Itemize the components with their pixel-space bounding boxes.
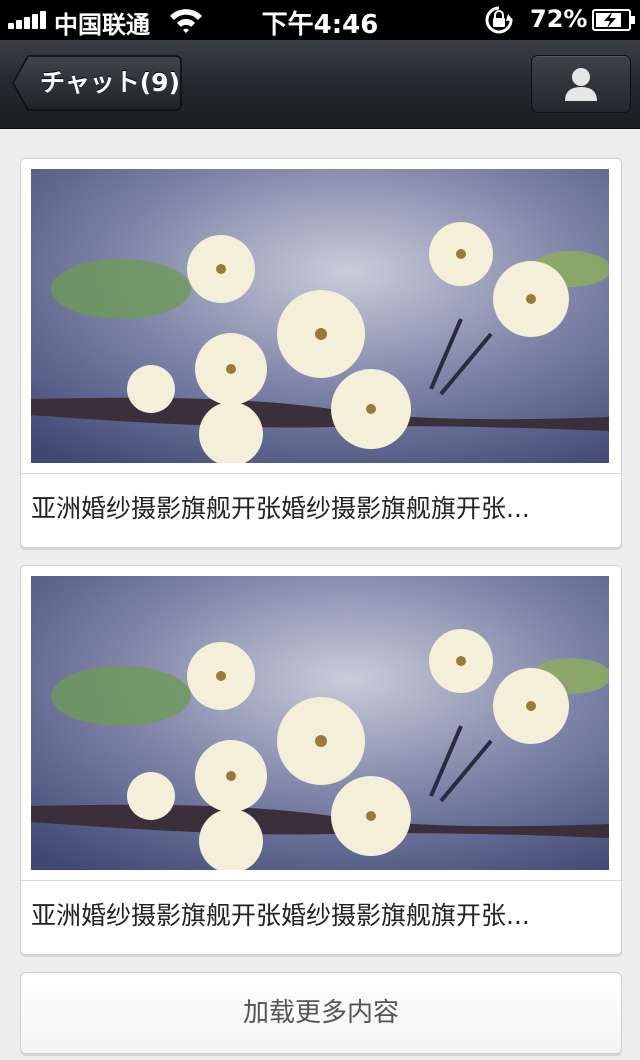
rotation-lock-icon	[485, 6, 513, 34]
card-divider	[21, 473, 621, 474]
card-title[interactable]: 亚洲婚纱摄影旗舰开张婚纱摄影旗舰旗开张...	[31, 886, 611, 946]
profile-button[interactable]	[531, 55, 631, 113]
status-bar: 中国联通 下午4:46 72%	[0, 0, 640, 40]
cherry-blossom-image	[31, 576, 609, 870]
cherry-blossom-image	[31, 169, 609, 463]
card-title[interactable]: 亚洲婚纱摄影旗舰开张婚纱摄影旗舰旗开张...	[31, 479, 611, 539]
back-button-label: チャット(9)	[40, 68, 180, 97]
user-icon	[565, 68, 597, 101]
feed-card[interactable]: 亚洲婚纱摄影旗舰开张婚纱摄影旗舰旗开张...	[20, 565, 622, 955]
battery-charging-icon	[592, 9, 635, 31]
feed-card[interactable]: 亚洲婚纱摄影旗舰开张婚纱摄影旗舰旗开张...	[20, 158, 622, 548]
battery-percent: 72%	[530, 5, 588, 33]
navigation-bar: チャット(9)	[0, 40, 640, 129]
back-button[interactable]: チャット(9)	[12, 55, 182, 111]
card-divider	[21, 880, 621, 881]
load-more-button[interactable]: 加载更多内容	[20, 972, 622, 1054]
